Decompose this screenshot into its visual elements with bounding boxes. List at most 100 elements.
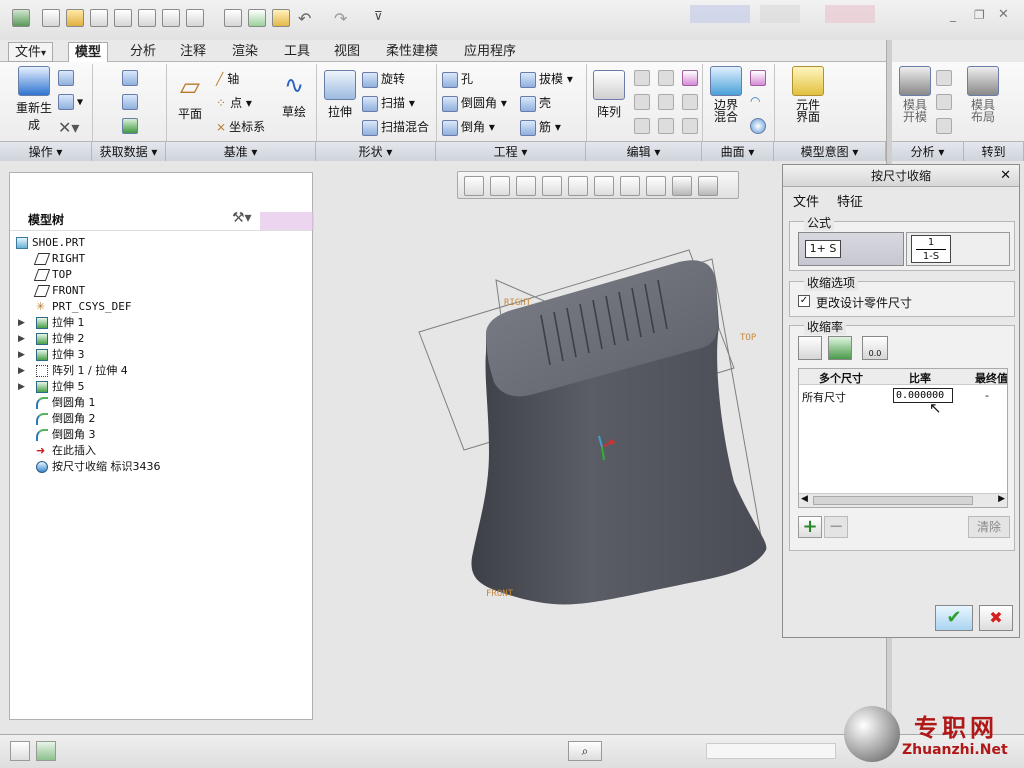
tab-tools[interactable]: 工具 [278, 42, 316, 62]
formula-option-1-over-1-minus-s[interactable]: 1 1-S [906, 232, 1010, 266]
tree-item[interactable]: TOP [10, 267, 300, 283]
dialog-menu-file[interactable]: 文件 [793, 191, 819, 210]
tab-file[interactable]: 文件▾ [8, 42, 54, 62]
group-datum[interactable]: 基准 ▾ [166, 141, 316, 161]
rib-button[interactable]: 筋 ▾ [520, 118, 561, 136]
cancel-button[interactable]: ✖ [979, 605, 1013, 631]
mold-tool-icon[interactable] [936, 70, 955, 86]
dialog-menu-feature[interactable]: 特征 [837, 191, 863, 210]
pattern-button[interactable]: 阵列 [592, 70, 626, 120]
shell-button[interactable]: 壳 [520, 94, 551, 112]
mold-tool-icon-3[interactable] [936, 118, 955, 134]
regenerate-button[interactable]: 重新生成 [12, 66, 56, 133]
zoom-in-icon[interactable] [490, 176, 510, 196]
sweep-button[interactable]: 扫描 ▾ [362, 94, 415, 112]
close-window-x-icon[interactable]: ✕ [998, 7, 1009, 22]
tree-item[interactable]: ▶ 拉伸 2 [10, 331, 300, 347]
tree-settings-icon[interactable]: ⚒▾ [232, 210, 252, 226]
offset-icon[interactable] [658, 94, 677, 110]
intersect-icon[interactable] [682, 94, 701, 110]
fill-icon[interactable] [750, 70, 769, 86]
tree-item[interactable]: 按尺寸收缩 标识3436 [10, 459, 300, 475]
shrinkwrap-icon[interactable] [122, 118, 141, 134]
view-manager-icon[interactable] [620, 176, 640, 196]
tab-render[interactable]: 渲染 [226, 42, 264, 62]
display-style-icon[interactable] [186, 9, 204, 27]
mold-layout-button[interactable]: 模具 布局 [966, 66, 1000, 123]
expand-arrow-icon[interactable]: ▶ [18, 315, 25, 331]
tab-model[interactable]: 模型 [68, 42, 109, 62]
selection-filter[interactable] [706, 743, 836, 759]
tab-flexible-modeling[interactable]: 柔性建模 [380, 42, 444, 62]
undo-icon[interactable]: ↶ [298, 9, 316, 28]
model-tree-toggle-icon[interactable] [10, 741, 30, 761]
tab-annotate[interactable]: 注释 [174, 42, 212, 62]
group-model-intent[interactable]: 模型意图 ▾ [774, 141, 886, 161]
refit-icon[interactable] [464, 176, 484, 196]
tree-item[interactable]: 倒圆角 2 [10, 411, 300, 427]
formula-option-1-plus-s[interactable]: 1+ S [798, 232, 904, 266]
dialog-close-icon[interactable]: ✕ [1000, 165, 1011, 187]
extrude-button[interactable]: 拉伸 [322, 70, 358, 120]
add-row-button[interactable]: + [798, 516, 822, 538]
delete-icon[interactable]: ✕▾ [58, 118, 79, 137]
mold-tool-icon-2[interactable] [936, 94, 955, 110]
redo-icon[interactable]: ↷ [334, 9, 352, 28]
point-button[interactable]: ⁘ 点 ▾ [216, 94, 252, 111]
tree-item[interactable]: 倒圆角 1 [10, 395, 300, 411]
mirror-icon[interactable] [634, 70, 653, 86]
freestyle-icon[interactable] [750, 118, 769, 134]
mold-opening-button[interactable]: 模具 开模 [898, 66, 932, 123]
copy-geometry-icon[interactable] [122, 94, 141, 110]
check-box-icon[interactable] [248, 9, 266, 27]
spin-center-icon[interactable] [672, 176, 692, 196]
scroll-right-icon[interactable]: ▶ [998, 494, 1005, 504]
open-folder-icon[interactable] [66, 9, 84, 27]
pencil-icon[interactable] [224, 9, 242, 27]
merge-icon[interactable] [634, 94, 653, 110]
group-editing[interactable]: 编辑 ▾ [586, 141, 702, 161]
tab-view[interactable]: 视图 [328, 42, 366, 62]
thicken-icon[interactable] [682, 118, 701, 134]
save-icon[interactable] [90, 9, 108, 27]
tree-item[interactable]: ✳ PRT_CSYS_DEF [10, 299, 300, 315]
tree-item[interactable]: ➜ 在此插入 [10, 443, 300, 459]
axis-button[interactable]: ╱ 轴 [216, 70, 239, 87]
style-icon[interactable]: ◠ [750, 94, 769, 110]
group-analysis[interactable]: 分析 ▾ [892, 141, 964, 161]
tree-item[interactable]: 倒圆角 3 [10, 427, 300, 443]
ratio-precision-icon[interactable]: 0.0 [862, 336, 888, 360]
group-engineering[interactable]: 工程 ▾ [436, 141, 586, 161]
group-get-data[interactable]: 获取数据 ▾ [92, 141, 166, 161]
tree-item[interactable]: ▶ 拉伸 1 [10, 315, 300, 331]
hole-button[interactable]: 孔 [442, 70, 473, 88]
sketch-button[interactable]: ∿ 草绘 [276, 70, 312, 120]
horizontal-scrollbar[interactable]: ◀ ▶ [799, 493, 1007, 507]
select-feature-icon[interactable] [828, 336, 852, 360]
tab-analysis[interactable]: 分析 [124, 42, 162, 62]
swept-blend-button[interactable]: 扫描混合 [362, 118, 429, 136]
datum-display-icon[interactable] [698, 176, 718, 196]
group-surfaces[interactable]: 曲面 ▾ [702, 141, 774, 161]
group-goto[interactable]: 转到 [964, 141, 1024, 161]
tab-applications[interactable]: 应用程序 [458, 42, 522, 62]
scroll-left-icon[interactable]: ◀ [801, 494, 808, 504]
change-design-part-checkbox[interactable]: ✓ [798, 295, 810, 307]
windows-icon[interactable] [138, 9, 156, 27]
zoom-out-icon[interactable] [516, 176, 536, 196]
remove-row-button[interactable]: − [824, 516, 848, 538]
expand-arrow-icon[interactable]: ▶ [18, 347, 25, 363]
group-shapes[interactable]: 形状 ▾ [316, 141, 436, 161]
folder-star-icon[interactable] [272, 9, 290, 27]
tree-item[interactable]: SHOE.PRT [10, 235, 300, 251]
round-button[interactable]: 倒圆角 ▾ [442, 94, 507, 112]
tree-item[interactable]: ▶ 拉伸 5 [10, 379, 300, 395]
clear-button[interactable]: 清除 [968, 516, 1010, 538]
expand-arrow-icon[interactable]: ▶ [18, 363, 25, 379]
repaint-icon[interactable] [542, 176, 562, 196]
minimize-window-icon[interactable]: _ [950, 8, 956, 22]
user-defined-feature-icon[interactable] [122, 70, 141, 86]
ok-button[interactable]: ✔ [935, 605, 973, 631]
restore-window-icon[interactable]: ❐ [974, 8, 985, 22]
copy-icon[interactable] [58, 70, 77, 86]
